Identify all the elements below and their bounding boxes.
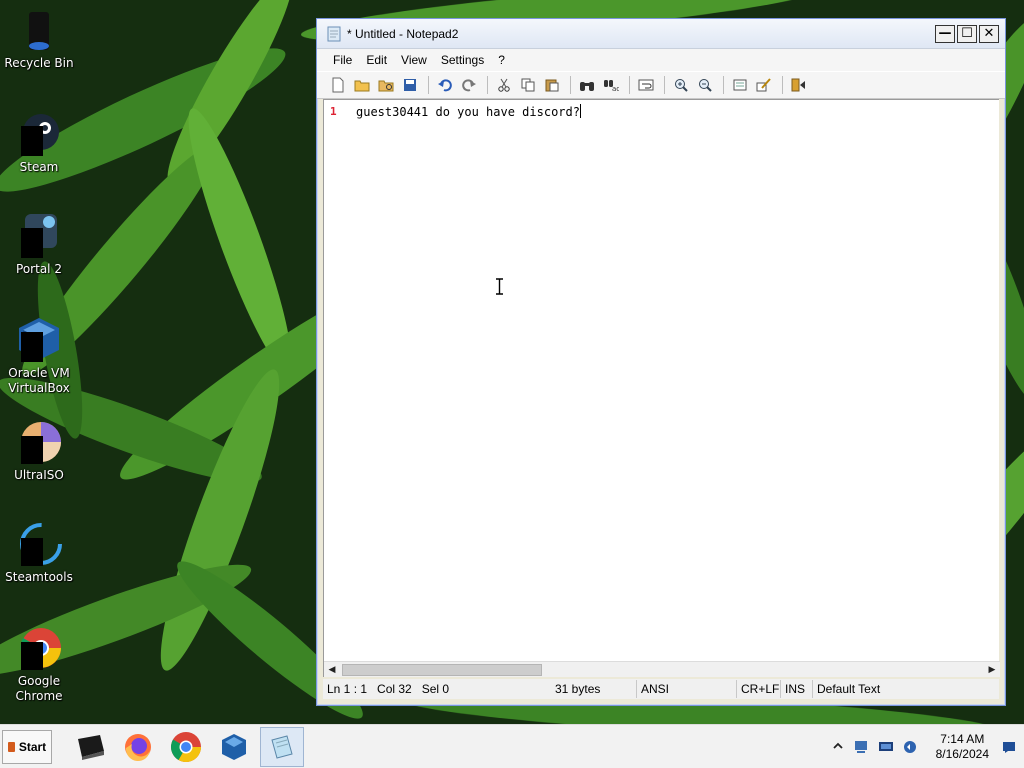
- editor-line-text: guest30441 do you have discord?: [356, 105, 580, 119]
- word-wrap-icon[interactable]: [635, 74, 657, 96]
- window-titlebar[interactable]: * Untitled - Notepad2 — ☐ ✕: [317, 19, 1005, 49]
- terminal-app-icon: [78, 734, 104, 760]
- customize-scheme-icon[interactable]: [753, 74, 775, 96]
- paste-icon[interactable]: [541, 74, 563, 96]
- volume-tray-icon[interactable]: [901, 738, 919, 756]
- taskbar: Start 7:14 AM 8/16/2024: [0, 724, 1024, 768]
- portal2-icon: [15, 212, 63, 260]
- status-size: 31 bytes: [551, 680, 637, 698]
- desktop-icon-steam[interactable]: Steam: [2, 110, 76, 175]
- status-mode[interactable]: INS: [781, 680, 813, 698]
- status-line-endings[interactable]: CR+LF: [737, 680, 781, 698]
- notepad2-icon: [271, 734, 293, 759]
- chrome-icon: [15, 624, 63, 672]
- desktop-icon-label: Recycle Bin: [4, 56, 74, 70]
- system-tray: 7:14 AM 8/16/2024: [826, 725, 1024, 768]
- status-selection: Sel 0: [421, 682, 450, 696]
- desktop-icon-chrome[interactable]: Google Chrome: [2, 624, 76, 704]
- toolbar: ac: [317, 71, 1005, 99]
- action-center-tray-icon[interactable]: [877, 738, 895, 756]
- scroll-right-arrow-icon[interactable]: ▶: [984, 662, 1000, 678]
- recycle-bin-icon: [15, 6, 63, 54]
- status-column: Col 32: [377, 682, 412, 696]
- zoom-in-icon[interactable]: [670, 74, 692, 96]
- taskbar-app-notepad2[interactable]: [260, 726, 304, 767]
- desktop-icon-label: Portal 2: [16, 262, 62, 276]
- desktop-icon-label: Oracle VM VirtualBox: [8, 366, 70, 395]
- scheme-icon[interactable]: [729, 74, 751, 96]
- desktop-icon-virtualbox[interactable]: Oracle VM VirtualBox: [2, 316, 76, 396]
- horizontal-scrollbar[interactable]: ◀ ▶: [324, 661, 1000, 677]
- network-tray-icon[interactable]: [853, 738, 871, 756]
- line-number-gutter: 1: [324, 100, 346, 662]
- show-hidden-icons-chevron-icon[interactable]: [829, 738, 847, 756]
- desktop-icon-portal2[interactable]: Portal 2: [2, 212, 76, 277]
- exit-icon[interactable]: [788, 74, 810, 96]
- line-number: 1: [330, 105, 337, 118]
- notepad2-app-icon: [327, 26, 341, 41]
- find-icon[interactable]: [576, 74, 598, 96]
- desktop-icon-label: Steam: [19, 160, 59, 174]
- cut-icon[interactable]: [493, 74, 515, 96]
- save-icon[interactable]: [399, 74, 421, 96]
- desktop-icon-recycle-bin[interactable]: Recycle Bin: [2, 6, 76, 71]
- scrollbar-thumb[interactable]: [342, 664, 542, 676]
- desktop-icon-label: UltraISO: [14, 468, 64, 482]
- status-scheme[interactable]: Default Text: [813, 680, 993, 698]
- taskbar-app-firefox[interactable]: [116, 727, 160, 767]
- open-file-icon[interactable]: [351, 74, 373, 96]
- ultraiso-icon: [15, 418, 63, 466]
- desktop-icon-label: Steamtools: [5, 570, 73, 584]
- new-file-icon[interactable]: [327, 74, 349, 96]
- start-button[interactable]: Start: [2, 729, 52, 764]
- taskbar-clock[interactable]: 7:14 AM 8/16/2024: [936, 732, 989, 762]
- menu-bar: File Edit View Settings ?: [317, 49, 1005, 71]
- steamtools-icon: [15, 520, 63, 568]
- replace-icon[interactable]: ac: [600, 74, 622, 96]
- taskbar-app-terminal[interactable]: [68, 727, 112, 767]
- close-button[interactable]: ✕: [979, 24, 999, 43]
- svg-text:ac: ac: [612, 85, 619, 92]
- desktop-icon-steamtools[interactable]: Steamtools: [2, 520, 76, 585]
- scroll-left-arrow-icon[interactable]: ◀: [324, 662, 340, 678]
- virtualbox-icon: [222, 733, 246, 760]
- menu-settings[interactable]: Settings: [433, 51, 492, 69]
- text-editor[interactable]: 1 guest30441 do you have discord? ◀ ▶: [323, 99, 1000, 677]
- desktop-icon-label: Google Chrome: [15, 674, 63, 703]
- ibeam-cursor-icon: [496, 278, 503, 295]
- status-position: Ln 1 : 1: [327, 682, 368, 696]
- copy-icon[interactable]: [517, 74, 539, 96]
- maximize-button[interactable]: ☐: [957, 24, 977, 43]
- status-bar: Ln 1 : 1 Col 32 Sel 0 31 bytes ANSI CR+L…: [323, 679, 999, 699]
- text-caret: [579, 104, 581, 118]
- zoom-out-icon[interactable]: [694, 74, 716, 96]
- start-flag-icon: [7, 741, 15, 752]
- notifications-tray-icon[interactable]: [1000, 738, 1018, 756]
- menu-help[interactable]: ?: [490, 51, 513, 69]
- minimize-button[interactable]: —: [935, 24, 955, 43]
- taskbar-app-chrome[interactable]: [164, 727, 208, 767]
- clock-date: 8/16/2024: [935, 746, 989, 761]
- status-encoding[interactable]: ANSI: [637, 680, 737, 698]
- clock-time: 7:14 AM: [940, 731, 985, 746]
- desktop-icon-ultraiso[interactable]: UltraISO: [2, 418, 76, 483]
- virtualbox-icon: [15, 316, 63, 364]
- chrome-icon: [170, 731, 201, 762]
- taskbar-app-virtualbox[interactable]: [212, 727, 256, 767]
- menu-edit[interactable]: Edit: [358, 51, 395, 69]
- redo-icon[interactable]: [458, 74, 480, 96]
- start-label: Start: [18, 739, 47, 754]
- steam-icon: [15, 110, 63, 158]
- browse-icon[interactable]: [375, 74, 397, 96]
- firefox-icon: [125, 733, 151, 761]
- menu-view[interactable]: View: [393, 51, 435, 69]
- undo-icon[interactable]: [434, 74, 456, 96]
- menu-file[interactable]: File: [325, 51, 360, 69]
- editor-text-area[interactable]: guest30441 do you have discord?: [350, 100, 999, 662]
- window-title: * Untitled - Notepad2: [347, 26, 459, 41]
- notepad2-window[interactable]: * Untitled - Notepad2 — ☐ ✕ File Edit Vi…: [316, 18, 1006, 706]
